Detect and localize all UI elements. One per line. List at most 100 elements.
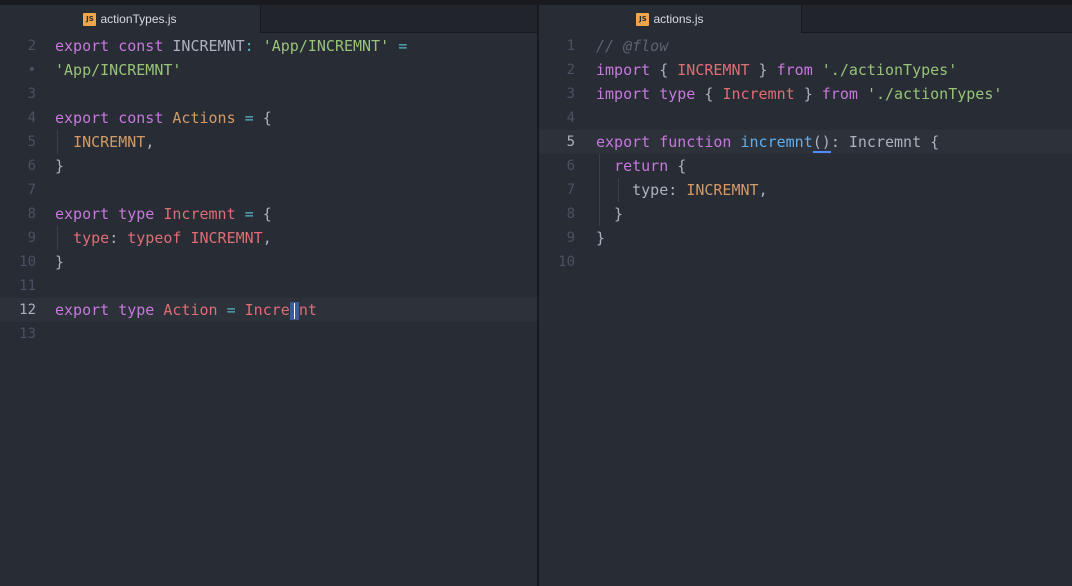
- line-number[interactable]: 2: [539, 58, 575, 82]
- code-line[interactable]: 11: [0, 274, 537, 298]
- line-number[interactable]: 2: [0, 34, 36, 58]
- code-line[interactable]: 3 import type { Incremnt } from './action…: [539, 82, 1072, 106]
- code-line[interactable]: 7: [0, 178, 537, 202]
- line-number[interactable]: •: [0, 58, 36, 82]
- code-line[interactable]: 5 INCREMNT,: [0, 130, 537, 154]
- tab-bar-empty-space[interactable]: [261, 5, 537, 33]
- line-number[interactable]: 8: [539, 202, 575, 226]
- tab-actiontypes-js[interactable]: JS actionTypes.js: [0, 5, 261, 33]
- line-code[interactable]: return {: [596, 154, 686, 178]
- line-number[interactable]: 5: [539, 130, 575, 154]
- code-line[interactable]: 5 export function incremnt(): Incremnt {: [539, 130, 1072, 154]
- line-number[interactable]: 4: [0, 106, 36, 130]
- line-code[interactable]: }: [596, 202, 623, 226]
- line-number[interactable]: 3: [539, 82, 575, 106]
- type-name: INCREMNT: [677, 61, 750, 79]
- code-text: }: [749, 61, 777, 79]
- tab-actions-js[interactable]: JS actions.js: [539, 5, 802, 33]
- line-code[interactable]: }: [55, 250, 64, 274]
- line-code[interactable]: export type Incremnt = {: [55, 202, 272, 226]
- code-line[interactable]: 10}: [0, 250, 537, 274]
- javascript-file-icon: JS: [636, 12, 650, 26]
- line-code[interactable]: export const Actions = {: [55, 106, 272, 130]
- operator: =: [244, 205, 254, 223]
- indent-guide: [599, 154, 600, 178]
- keyword: import: [596, 61, 651, 79]
- line-code[interactable]: 'App/INCREMNT': [55, 58, 181, 82]
- line-number[interactable]: 9: [0, 226, 36, 250]
- code-text: ,: [262, 229, 272, 247]
- left-code-editor[interactable]: 2 export const INCREMNT: 'App/INCREMNT' =…: [0, 34, 537, 346]
- keyword: export: [596, 133, 651, 151]
- line-number[interactable]: 11: [0, 274, 36, 298]
- code-line[interactable]: 13: [0, 322, 537, 346]
- line-code[interactable]: // @flow: [596, 34, 668, 58]
- line-number[interactable]: 8: [0, 202, 36, 226]
- code-line[interactable]: 2 import { INCREMNT } from './actionTypes…: [539, 58, 1072, 82]
- operator: =: [398, 37, 408, 55]
- code-line[interactable]: 6}: [0, 154, 537, 178]
- line-code[interactable]: import { INCREMNT } from './actionTypes': [596, 58, 957, 82]
- operator: :: [244, 37, 254, 55]
- code-line[interactable]: 3: [0, 82, 537, 106]
- keyword: return: [614, 157, 669, 175]
- line-number[interactable]: 13: [0, 322, 36, 346]
- line-code[interactable]: export const INCREMNT: 'App/INCREMNT' =: [55, 34, 407, 58]
- line-code[interactable]: INCREMNT,: [55, 130, 154, 154]
- code-text: }: [55, 157, 65, 175]
- code-line[interactable]: • 'App/INCREMNT': [0, 58, 537, 82]
- line-code[interactable]: type: typeof INCREMNT,: [55, 226, 272, 250]
- line-code[interactable]: }: [596, 226, 605, 250]
- line-code[interactable]: }: [55, 154, 64, 178]
- code-text: {: [695, 85, 723, 103]
- keyword: type: [118, 205, 155, 223]
- line-number[interactable]: 12: [0, 298, 36, 322]
- code-line[interactable]: 6 return {: [539, 154, 1072, 178]
- line-number[interactable]: 1: [539, 34, 575, 58]
- code-line[interactable]: 1 // @flow: [539, 34, 1072, 58]
- indent-guide: [599, 202, 600, 226]
- constant: INCREMNT: [73, 133, 146, 151]
- line-number[interactable]: 7: [539, 178, 575, 202]
- code-line[interactable]: 10: [539, 250, 1072, 274]
- line-number[interactable]: 10: [0, 250, 36, 274]
- code-text: : Incremnt {: [830, 133, 940, 151]
- line-code[interactable]: import type { Incremnt } from './actionT…: [596, 82, 1002, 106]
- keyword: function: [659, 133, 732, 151]
- keyword: const: [118, 37, 164, 55]
- keyword: import: [596, 85, 651, 103]
- code-line[interactable]: 9}: [539, 226, 1072, 250]
- code-line[interactable]: 4 export const Actions = {: [0, 106, 537, 130]
- code-line[interactable]: 4: [539, 106, 1072, 130]
- right-code-editor[interactable]: 1 // @flow 2 import { INCREMNT } from './ac…: [539, 34, 1072, 274]
- code-line[interactable]: 12 export type Action = Incre nt: [0, 298, 537, 322]
- line-number[interactable]: 10: [539, 250, 575, 274]
- left-editor-pane[interactable]: JS actionTypes.js 2 export const INCREMNT…: [0, 5, 537, 586]
- line-number[interactable]: 7: [0, 178, 36, 202]
- line-code[interactable]: export type Action = Incre nt: [55, 298, 317, 322]
- keyword: export: [55, 37, 110, 55]
- code-line[interactable]: 8 }: [539, 202, 1072, 226]
- line-number[interactable]: 6: [539, 154, 575, 178]
- line-number[interactable]: 3: [0, 82, 36, 106]
- code-line[interactable]: 2 export const INCREMNT: 'App/INCREMNT' =: [0, 34, 537, 58]
- code-text: :: [109, 229, 128, 247]
- line-number[interactable]: 6: [0, 154, 36, 178]
- line-number[interactable]: 9: [539, 226, 575, 250]
- code-line[interactable]: 9 type: typeof INCREMNT,: [0, 226, 537, 250]
- code-line[interactable]: 8 export type Incremnt = {: [0, 202, 537, 226]
- tab-label: actions.js: [653, 12, 704, 26]
- code-text: INCREMNT: [163, 37, 245, 55]
- string: 'App/INCREMNT': [262, 37, 390, 55]
- line-code[interactable]: export function incremnt(): Incremnt {: [596, 130, 939, 154]
- line-number[interactable]: 4: [539, 106, 575, 130]
- line-code[interactable]: type: INCREMNT,: [596, 178, 767, 202]
- code-line[interactable]: 7 type: INCREMNT,: [539, 178, 1072, 202]
- tab-bar-empty-space[interactable]: [802, 5, 1072, 33]
- right-editor-pane[interactable]: JS actions.js 1 // @flow 2 import { INCREMN…: [539, 5, 1072, 586]
- line-number[interactable]: 5: [0, 130, 36, 154]
